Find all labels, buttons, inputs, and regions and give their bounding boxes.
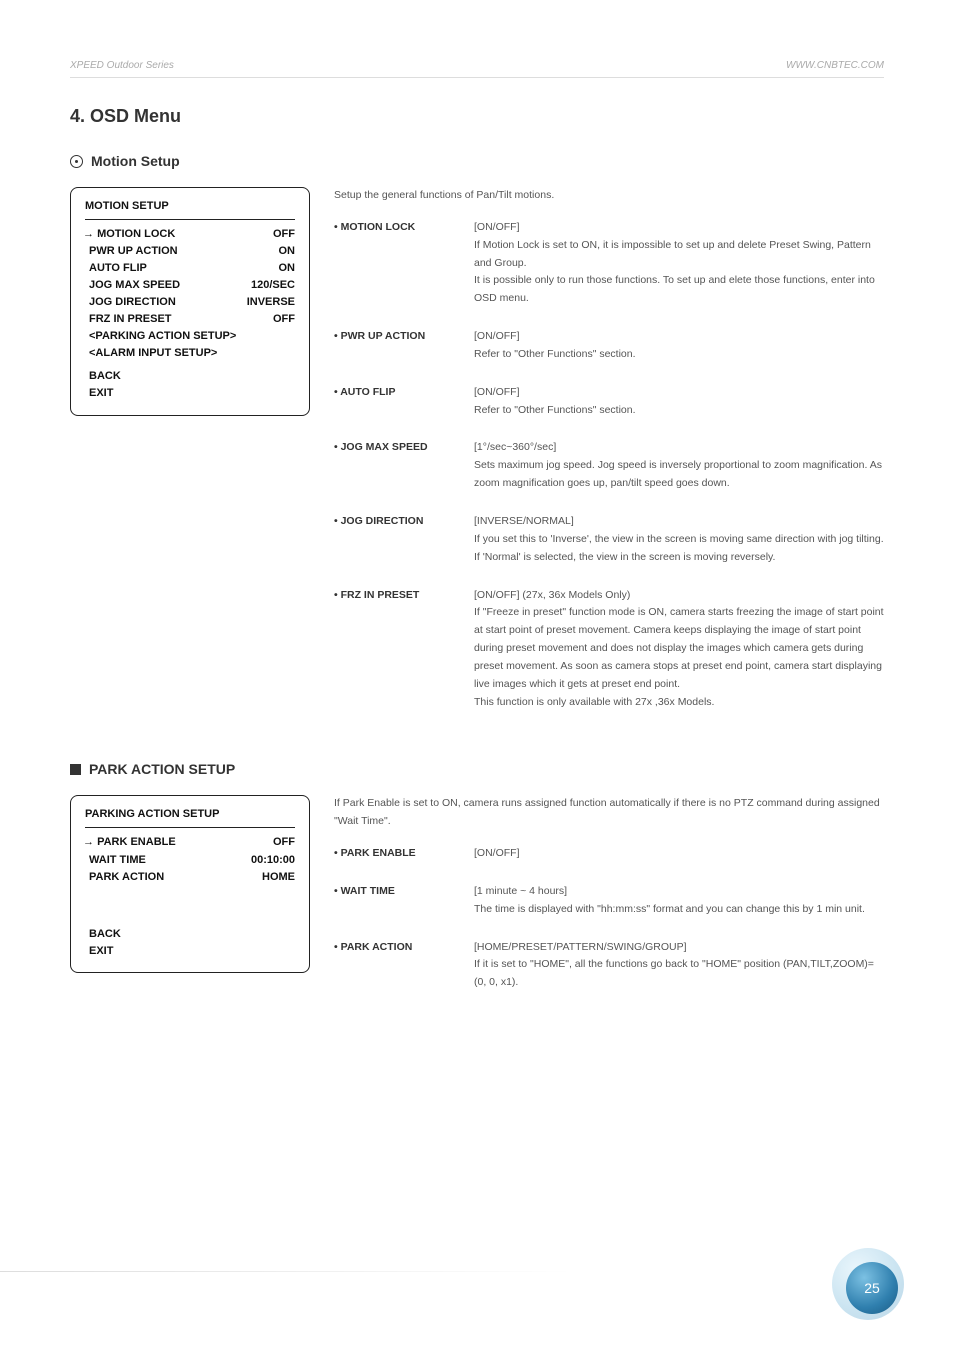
square-icon	[70, 764, 81, 775]
osd-item-label: AUTO FLIP	[89, 260, 147, 277]
motion-intro: Setup the general functions of Pan/Tilt …	[334, 187, 884, 205]
motion-osd-title: MOTION SETUP	[85, 198, 295, 220]
param-desc: [ON/OFF]	[474, 845, 884, 863]
page-number-badge: 25	[832, 1248, 904, 1320]
osd-item: MOTION LOCK OFF	[85, 226, 295, 243]
param-name: JOG DIRECTION	[334, 513, 474, 567]
footer-line	[0, 1271, 572, 1272]
param-desc: [INVERSE/NORMAL]If you set this to 'Inve…	[474, 513, 884, 567]
osd-item-label: WAIT TIME	[89, 852, 146, 869]
param-desc: [ON/OFF]Refer to "Other Functions" secti…	[474, 328, 884, 364]
param-row: JOG MAX SPEED[1°/sec~360°/sec]Sets maxim…	[334, 439, 884, 493]
park-intro: If Park Enable is set to ON, camera runs…	[334, 795, 884, 831]
param-row: PARK ENABLE[ON/OFF]	[334, 845, 884, 863]
osd-item-value: 00:10:00	[251, 852, 295, 869]
osd-item-label: FRZ IN PRESET	[89, 311, 172, 328]
osd-item-value: HOME	[262, 869, 295, 886]
osd-item: PWR UP ACTION ON	[85, 243, 295, 260]
param-name: FRZ IN PRESET	[334, 587, 474, 712]
osd-item: PARK ENABLE OFF	[85, 834, 295, 851]
page-number: 25	[864, 1280, 880, 1296]
header-left: XPEED Outdoor Series	[70, 60, 174, 71]
param-row: PWR UP ACTION[ON/OFF]Refer to "Other Fun…	[334, 328, 884, 364]
page-title: 4. OSD Menu	[70, 106, 884, 127]
param-row: WAIT TIME[1 minute ~ 4 hours]The time is…	[334, 883, 884, 919]
osd-item: <PARKING ACTION SETUP>	[85, 328, 295, 345]
circle-dot-icon	[70, 155, 83, 168]
osd-item: PARK ACTION HOME	[85, 869, 295, 886]
motion-setup-heading-row: Motion Setup	[70, 153, 884, 169]
osd-footer-item: EXIT	[89, 943, 295, 960]
param-name: AUTO FLIP	[334, 384, 474, 420]
osd-footer-item: EXIT	[89, 385, 295, 402]
page-header: XPEED Outdoor Series WWW.CNBTEC.COM	[70, 60, 884, 78]
param-name: PARK ENABLE	[334, 845, 474, 863]
param-desc: [1°/sec~360°/sec]Sets maximum jog speed.…	[474, 439, 884, 493]
param-row: AUTO FLIP[ON/OFF]Refer to "Other Functio…	[334, 384, 884, 420]
param-row: JOG DIRECTION[INVERSE/NORMAL]If you set …	[334, 513, 884, 567]
osd-item-label: JOG MAX SPEED	[89, 277, 180, 294]
param-name: PARK ACTION	[334, 939, 474, 993]
header-right: WWW.CNBTEC.COM	[786, 60, 884, 71]
park-osd-title: PARKING ACTION SETUP	[85, 806, 295, 828]
osd-item-value: OFF	[273, 311, 295, 328]
osd-item-value: OFF	[273, 226, 295, 243]
param-row: FRZ IN PRESET[ON/OFF] (27x, 36x Models O…	[334, 587, 884, 712]
osd-item-label: <ALARM INPUT SETUP>	[89, 345, 217, 362]
osd-item-label: MOTION LOCK	[85, 226, 175, 243]
param-name: JOG MAX SPEED	[334, 439, 474, 493]
osd-item: JOG DIRECTION INVERSE	[85, 294, 295, 311]
param-desc: [ON/OFF] (27x, 36x Models Only)If "Freez…	[474, 587, 884, 712]
osd-item: FRZ IN PRESET OFF	[85, 311, 295, 328]
osd-item: WAIT TIME 00:10:00	[85, 852, 295, 869]
osd-item: JOG MAX SPEED 120/SEC	[85, 277, 295, 294]
param-desc: [ON/OFF]Refer to "Other Functions" secti…	[474, 384, 884, 420]
osd-item-value: ON	[279, 243, 296, 260]
osd-item-label: PWR UP ACTION	[89, 243, 178, 260]
osd-item-value: INVERSE	[247, 294, 295, 311]
param-row: MOTION LOCK[ON/OFF]If Motion Lock is set…	[334, 219, 884, 308]
param-name: PWR UP ACTION	[334, 328, 474, 364]
motion-setup-heading: Motion Setup	[91, 153, 180, 169]
osd-item-label: <PARKING ACTION SETUP>	[89, 328, 236, 345]
param-name: MOTION LOCK	[334, 219, 474, 308]
osd-item-label: JOG DIRECTION	[89, 294, 176, 311]
osd-item-value: ON	[279, 260, 296, 277]
park-heading-row: PARK ACTION SETUP	[70, 761, 884, 777]
osd-item-value: 120/SEC	[251, 277, 295, 294]
park-heading: PARK ACTION SETUP	[89, 761, 235, 777]
param-desc: [HOME/PRESET/PATTERN/SWING/GROUP]If it i…	[474, 939, 884, 993]
param-row: PARK ACTION[HOME/PRESET/PATTERN/SWING/GR…	[334, 939, 884, 993]
osd-footer-item: BACK	[89, 368, 295, 385]
osd-item-value: OFF	[273, 834, 295, 851]
param-name: WAIT TIME	[334, 883, 474, 919]
osd-item-label: PARK ENABLE	[85, 834, 176, 851]
motion-osd-box: MOTION SETUP MOTION LOCKOFFPWR UP ACTION…	[70, 187, 310, 416]
osd-footer-item: BACK	[89, 926, 295, 943]
osd-item-label: PARK ACTION	[89, 869, 164, 886]
osd-item: AUTO FLIP ON	[85, 260, 295, 277]
park-osd-box: PARKING ACTION SETUP PARK ENABLEOFFWAIT …	[70, 795, 310, 972]
param-desc: [1 minute ~ 4 hours]The time is displaye…	[474, 883, 884, 919]
osd-item: <ALARM INPUT SETUP>	[85, 345, 295, 362]
param-desc: [ON/OFF]If Motion Lock is set to ON, it …	[474, 219, 884, 308]
